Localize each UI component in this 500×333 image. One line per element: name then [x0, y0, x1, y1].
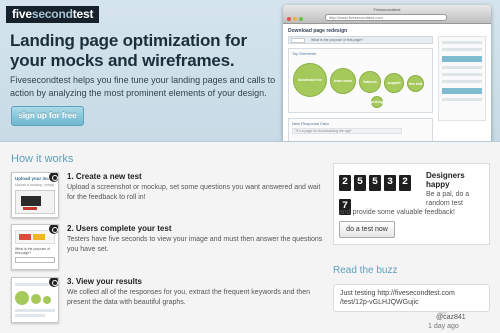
- mockup-question: What is the purpose of this page?: [311, 38, 364, 42]
- step-3-title: 3. View your results: [67, 277, 142, 286]
- mockup-sidebar: [438, 36, 486, 121]
- step-3-description: We collect all of the responses for you,…: [67, 289, 311, 306]
- browser-window-title: Fivesecondtest: [373, 7, 401, 12]
- read-the-buzz-heading: Read the buzz: [333, 265, 398, 276]
- mockup-panel2-label: New Response Data: [292, 121, 329, 126]
- counter-digit: 2: [399, 175, 411, 191]
- step-2-description: Testers have five seconds to view your i…: [67, 236, 323, 253]
- test-counter-box: 255327 Designers happy Be a pal, do a ra…: [333, 163, 490, 245]
- do-a-test-button[interactable]: do a test now: [339, 221, 395, 238]
- hero-description: Fivesecondtest helps you fine tune your …: [10, 75, 276, 98]
- mockup-bubble: learn more: [330, 68, 356, 94]
- hero-title-line-1: Landing page optimization for: [10, 31, 247, 50]
- counter-digit: 5: [369, 175, 381, 191]
- mockup-bubble: features: [359, 71, 381, 93]
- mockup-page-heading: Download page redesign: [288, 28, 348, 34]
- mockup-response-panel: New Response Data "It's a page for downl…: [288, 118, 433, 141]
- mockup-response-row: "It's a page for downloading the app": [292, 128, 402, 134]
- counter-digit: 5: [354, 175, 366, 191]
- tweet-author-link[interactable]: @caz841: [436, 314, 466, 322]
- step-2-title: 2. Users complete your test: [67, 224, 172, 233]
- thumb-question: What is the purpose of this page?: [15, 247, 51, 255]
- mockup-bubble: download free: [293, 63, 327, 97]
- how-it-works-heading: How it works: [11, 153, 74, 165]
- product-screenshot: Fivesecondtest http://www.fivesecondtest…: [283, 5, 491, 141]
- magnifier-icon: [48, 173, 58, 183]
- logo-part-test: test: [72, 7, 94, 21]
- magnifier-icon: [48, 278, 58, 288]
- magnifier-icon: [48, 225, 58, 235]
- hero-section: fivesecondtest Landing page optimization…: [0, 0, 500, 142]
- mockup-bubble-chart: Top Elements download free learn more fe…: [288, 48, 433, 113]
- mockup-bubble: pricing: [371, 96, 383, 108]
- logo-part-five: five: [12, 7, 32, 21]
- mockup-bubble: free trial: [407, 75, 424, 92]
- counter-digit: 2: [339, 175, 351, 191]
- browser-chrome: Fivesecondtest http://www.fivesecondtest…: [283, 5, 491, 24]
- mockup-tab: [291, 38, 305, 43]
- mockup-panel-label: Top Elements: [292, 51, 317, 56]
- feedback-text: and provide some valuable feedback!: [339, 209, 455, 216]
- browser-url-bar: http://www.fivesecondtest.com: [325, 14, 447, 21]
- step-1-thumbnail: Upload your image Upload a mockup, simpl…: [11, 172, 59, 218]
- step-1-title: 1. Create a new test: [67, 172, 142, 181]
- tweet-bubble[interactable]: Just testing http://fivesecondtest.com /…: [333, 284, 490, 312]
- counter-digit: 3: [384, 175, 396, 191]
- logo-part-second: second: [31, 7, 73, 21]
- step-2-thumbnail: What is the purpose of this page?: [11, 224, 59, 270]
- mockup-bubble: support: [384, 73, 404, 93]
- designers-happy-label: Designers happy: [426, 171, 465, 189]
- step-3-thumbnail: [11, 277, 59, 323]
- mockup-question-bar: What is the purpose of this page?: [288, 36, 433, 44]
- sign-up-button[interactable]: sign up for free: [11, 106, 84, 126]
- hero-title: Landing page optimization for your mocks…: [10, 31, 285, 71]
- be-a-pal-text: Be a pal, do a random test: [426, 191, 470, 207]
- tweet-timestamp: 1 day ago: [428, 323, 459, 330]
- step-1-description: Upload a screenshot or mockup, set some …: [67, 184, 321, 201]
- logo[interactable]: fivesecondtest: [6, 6, 100, 23]
- thumb-upload-sub: Upload a mockup, simply: [15, 183, 55, 187]
- hero-title-line-2: your mocks and wireframes.: [10, 51, 235, 70]
